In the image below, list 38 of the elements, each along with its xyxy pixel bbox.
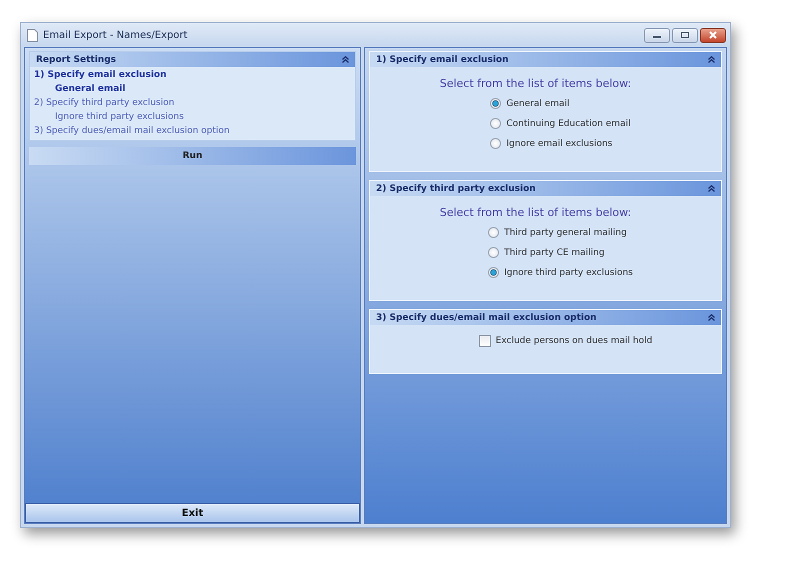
radio-button[interactable] — [490, 118, 502, 129]
checkbox[interactable] — [478, 335, 491, 347]
maximize-button[interactable] — [672, 28, 698, 42]
run-button[interactable]: Run — [29, 147, 356, 165]
close-button[interactable] — [700, 28, 726, 42]
option-label: Ignore email exclusions — [506, 138, 612, 148]
option-label: Exclude persons on dues mail hold — [496, 336, 652, 346]
collapse-icon[interactable] — [342, 56, 349, 63]
section-title: 1) Specify email exclusion — [376, 54, 508, 64]
collapse-icon[interactable] — [708, 185, 715, 192]
section-title: 2) Specify third party exclusion — [376, 184, 536, 194]
prompt-text: Select from the list of items below: — [440, 206, 632, 219]
option-label: Third party CE mailing — [504, 248, 605, 258]
radio-button[interactable] — [488, 267, 500, 278]
summary-link[interactable]: 1) Specify email exclusion — [34, 70, 166, 80]
collapse-icon[interactable] — [708, 314, 715, 321]
document-icon — [27, 28, 38, 42]
radio-button[interactable] — [488, 227, 500, 238]
maximize-icon — [680, 31, 690, 39]
radio-button[interactable] — [488, 247, 500, 258]
radio-button[interactable] — [490, 138, 502, 149]
summary-link[interactable]: General email — [55, 84, 126, 94]
option-label: General email — [506, 98, 570, 108]
option-label: Third party general mailing — [504, 228, 627, 238]
collapse-icon[interactable] — [708, 56, 715, 63]
radio-button[interactable] — [490, 98, 502, 109]
minimize-button[interactable] — [644, 28, 670, 42]
section-title: 3) Specify dues/email mail exclusion option — [376, 312, 597, 322]
window-title: Email Export - Names/Export — [43, 30, 188, 40]
summary-link[interactable]: Ignore third party exclusions — [55, 112, 184, 122]
option-label: Continuing Education email — [506, 118, 631, 128]
prompt-text: Select from the list of items below: — [440, 77, 632, 90]
summary-link[interactable]: 3) Specify dues/email mail exclusion option — [34, 126, 230, 136]
exit-button[interactable]: Exit — [25, 503, 360, 523]
summary-link[interactable]: 2) Specify third party exclusion — [34, 98, 174, 108]
close-icon — [708, 31, 718, 39]
option-label: Ignore third party exclusions — [504, 268, 633, 278]
panel-title: Report Settings — [36, 54, 116, 64]
